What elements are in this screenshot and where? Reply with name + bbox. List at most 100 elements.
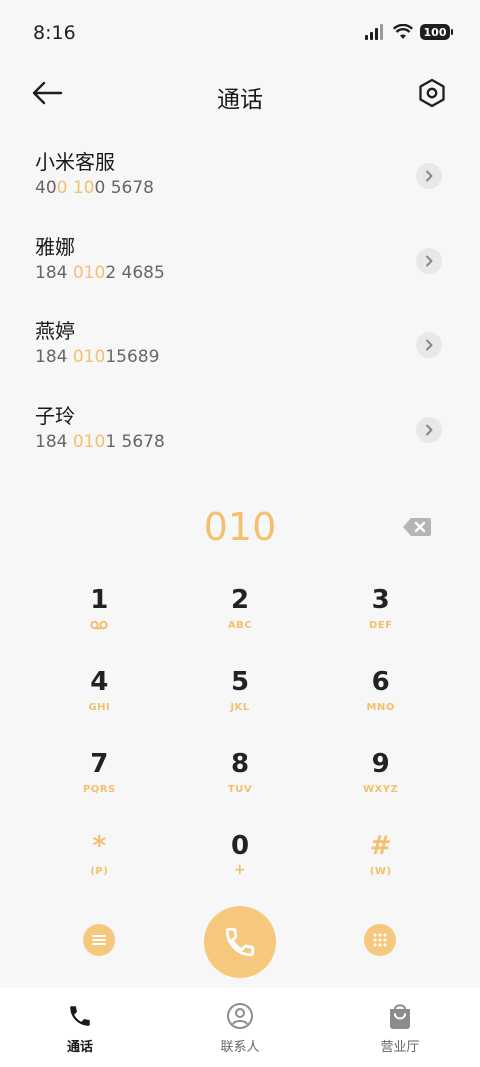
key-6[interactable]: 6 MNO [310,658,451,740]
settings-hexagon-icon [419,78,445,108]
key-digit: 6 [371,667,390,697]
contact-number: 184 01015689 [35,345,480,369]
key-letters: DEF [368,620,393,631]
status-bar: 8:16 100 [0,0,480,66]
key-letters: WXYZ [363,784,399,795]
contact-name: 子玲 [35,403,75,428]
chevron-right-icon [426,255,433,266]
key-digit: 0 [230,831,250,861]
wifi-icon [393,24,413,39]
list-item[interactable]: 雅娜 184 0102 4685 [0,223,480,308]
dial-keypad: 1 2 ABC 3 DEF 4 GHI 5 JKL 6 MNO 7 PQRS 8… [29,576,451,904]
key-5[interactable]: 5 JKL [170,658,311,740]
number-part: 15689 [105,347,160,367]
key-digit: 4 [90,667,109,697]
key-digit: 7 [90,749,109,779]
battery-indicator: 100 [420,24,453,40]
list-item[interactable]: 小米客服 400 100 5678 [0,138,480,223]
contact-results-list: 小米客服 400 100 5678 雅娜 184 0102 4685 燕婷 18… [0,138,480,476]
key-star[interactable]: * (P) [29,822,170,904]
keypad-toggle-button[interactable] [364,924,396,956]
key-letters: PQRS [82,784,116,795]
key-digit: 3 [371,585,390,615]
key-letters: + [233,862,247,878]
number-match: 010 [72,262,106,283]
detail-button[interactable] [416,247,442,274]
tab-calls[interactable]: 通话 [0,988,160,1067]
list-item[interactable]: 燕婷 184 01015689 [0,307,480,392]
key-letters: GHI [88,702,111,713]
dialer-action-row [0,904,480,980]
keypad-row: 1 2 ABC 3 DEF [29,576,451,658]
contact-number: 400 100 5678 [35,176,480,200]
number-part: 2 4685 [105,262,165,283]
key-letters: JKL [230,702,250,713]
number-part: 1 5678 [105,431,165,452]
chevron-right-icon [426,170,433,182]
tab-service-hall[interactable]: 营业厅 [320,988,480,1067]
tab-contacts[interactable]: 联系人 [160,988,320,1067]
key-digit: 2 [230,585,250,615]
key-8[interactable]: 8 TUV [170,740,311,822]
status-icons: 100 [364,24,453,40]
status-time: 8:16 [33,22,76,44]
voicemail-icon [90,620,109,630]
key-digit: 1 [90,585,109,615]
menu-lines-icon [92,935,106,945]
contact-number: 184 0102 4685 [35,261,480,285]
contact-name: 雅娜 [35,234,75,259]
key-digit: 9 [371,749,390,779]
keypad-row: * (P) 0 + # (W) [29,822,451,904]
contact-name: 燕婷 [35,319,75,343]
key-9[interactable]: 9 WXYZ [310,740,451,822]
menu-button[interactable] [83,924,115,956]
number-part: 0 5678 [94,178,154,198]
phone-icon [65,1002,95,1030]
key-7[interactable]: 7 PQRS [29,740,170,822]
chevron-right-icon [426,339,433,351]
keypad-row: 7 PQRS 8 TUV 9 WXYZ [29,740,451,822]
settings-button[interactable] [418,78,448,110]
chevron-right-icon [426,424,433,435]
key-digit: 5 [230,667,250,697]
call-button[interactable] [204,906,276,978]
number-part: 184 [35,347,73,367]
bottom-tab-bar: 通话 联系人 营业厅 [0,988,480,1067]
page-title: 通话 [217,87,263,113]
key-1[interactable]: 1 [29,576,170,658]
number-part: 184 [35,431,73,452]
key-letters: MNO [366,702,395,713]
keypad-row: 4 GHI 5 JKL 6 MNO [29,658,451,740]
detail-button[interactable] [416,416,442,443]
key-digit: # [369,831,392,861]
detail-button[interactable] [416,163,442,189]
key-hash[interactable]: # (W) [310,822,451,904]
number-match: 0 10 [56,178,95,198]
key-letters: (W) [369,866,392,877]
contact-name: 小米客服 [35,150,115,174]
signal-icon [365,24,383,40]
header: 通话 [0,66,480,126]
tab-label: 营业厅 [380,1040,420,1055]
phone-icon [225,927,255,957]
number-match: 010 [72,347,106,367]
key-digit: 8 [230,749,250,779]
number-part: 40 [35,178,57,198]
key-2[interactable]: 2 ABC [170,576,311,658]
number-part: 184 [35,262,73,283]
key-letters: (P) [90,866,109,877]
backspace-button[interactable] [402,516,432,538]
contacts-icon [225,1002,255,1030]
key-letters: ABC [227,620,253,631]
contact-number: 184 0101 5678 [35,430,480,454]
key-4[interactable]: 4 GHI [29,658,170,740]
list-item[interactable]: 子玲 184 0101 5678 [0,392,480,477]
dialpad-icon [373,933,387,947]
key-3[interactable]: 3 DEF [310,576,451,658]
detail-button[interactable] [416,332,442,358]
backspace-icon [403,518,431,536]
key-digit: * [92,831,107,861]
tab-label: 通话 [66,1040,93,1055]
key-0[interactable]: 0 + [170,822,311,904]
shop-bag-icon [385,1002,415,1030]
